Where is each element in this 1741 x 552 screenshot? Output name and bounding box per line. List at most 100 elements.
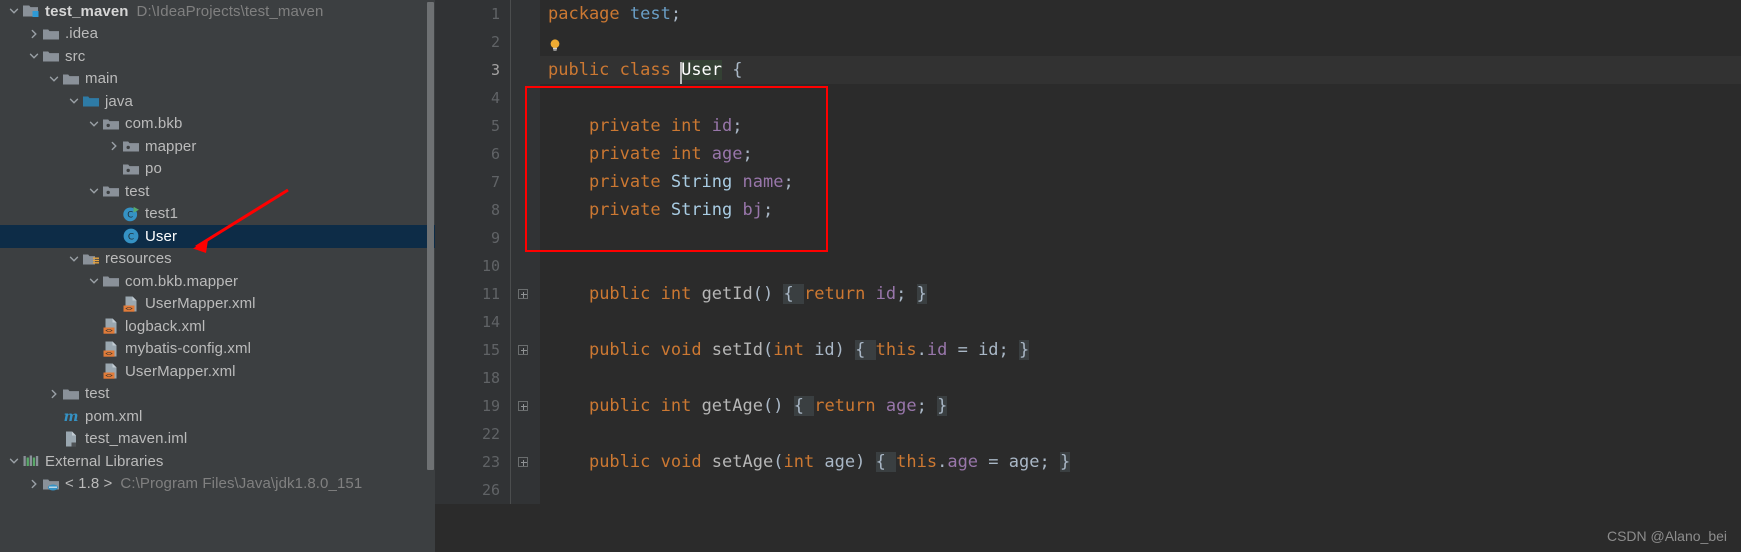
line-number[interactable]: 2 (435, 28, 510, 56)
project-tree-scrollbar[interactable] (425, 0, 435, 552)
fold-gutter[interactable] (510, 420, 540, 448)
tree-item-user[interactable]: C User (0, 225, 435, 248)
fold-expand-icon[interactable] (518, 345, 528, 355)
line-number[interactable]: 23 (435, 448, 510, 476)
tree-item-mybatis-config-xml[interactable]: <> mybatis-config.xml (0, 338, 435, 361)
fold-expand-icon[interactable] (518, 289, 528, 299)
code-line[interactable]: 14 (435, 308, 1741, 336)
chevron-right-icon[interactable] (106, 135, 122, 157)
code-line[interactable]: 15 public void setId(int id) { this.id =… (435, 336, 1741, 364)
chevron-right-icon[interactable] (26, 473, 42, 495)
tree-item-com-bkb[interactable]: com.bkb (0, 113, 435, 136)
tree-item-1-8[interactable]: < 1.8 > C:\Program Files\Java\jdk1.8.0_15… (0, 473, 435, 496)
tree-item-java[interactable]: java (0, 90, 435, 113)
tree-item-logback-xml[interactable]: <> logback.xml (0, 315, 435, 338)
line-number[interactable]: 8 (435, 196, 510, 224)
tree-item-main[interactable]: main (0, 68, 435, 91)
tree-item-usermapper-xml[interactable]: <> UserMapper.xml (0, 293, 435, 316)
fold-gutter[interactable] (510, 224, 540, 252)
line-number[interactable]: 4 (435, 84, 510, 112)
fold-gutter[interactable] (510, 140, 540, 168)
code-line[interactable]: 3 public class User { (435, 56, 1741, 84)
code-line[interactable]: 1 package test; (435, 0, 1741, 28)
chevron-down-icon[interactable] (86, 113, 102, 135)
code-line[interactable]: 11 public int getId() { return id; } (435, 280, 1741, 308)
line-number[interactable]: 18 (435, 364, 510, 392)
chevron-down-icon[interactable] (86, 180, 102, 202)
tree-item-src[interactable]: src (0, 45, 435, 68)
line-number[interactable]: 10 (435, 252, 510, 280)
fold-gutter[interactable] (510, 336, 540, 364)
tree-item-mapper[interactable]: mapper (0, 135, 435, 158)
code-line[interactable]: 19 public int getAge() { return age; } (435, 392, 1741, 420)
line-number[interactable]: 11 (435, 280, 510, 308)
fold-expand-icon[interactable] (518, 457, 528, 467)
fold-gutter[interactable] (510, 112, 540, 140)
intention-bulb-icon[interactable] (548, 33, 562, 51)
fold-gutter[interactable] (510, 392, 540, 420)
chevron-down-icon[interactable] (86, 270, 102, 292)
code-line[interactable]: 8 private String bj; (435, 196, 1741, 224)
project-tree[interactable]: test_maven D:\IdeaProjects\test_maven .ide… (0, 0, 435, 495)
line-number[interactable]: 9 (435, 224, 510, 252)
fold-gutter[interactable] (510, 196, 540, 224)
chevron-down-icon[interactable] (6, 450, 22, 472)
fold-gutter[interactable] (510, 308, 540, 336)
tree-item-external-libraries[interactable]: External Libraries (0, 450, 435, 473)
fold-gutter[interactable] (510, 364, 540, 392)
tree-item-usermapper-xml[interactable]: <> UserMapper.xml (0, 360, 435, 383)
tree-item-pom-xml[interactable]: m pom.xml (0, 405, 435, 428)
tree-item-idea[interactable]: .idea (0, 23, 435, 46)
chevron-down-icon[interactable] (6, 0, 22, 22)
fold-gutter[interactable] (510, 84, 540, 112)
code-line[interactable]: 6 private int age; (435, 140, 1741, 168)
fold-gutter[interactable] (510, 0, 540, 28)
fold-gutter[interactable] (510, 168, 540, 196)
line-number[interactable]: 1 (435, 0, 510, 28)
code-line[interactable]: 4 (435, 84, 1741, 112)
line-number[interactable]: 3 (435, 56, 510, 84)
tree-item-test[interactable]: test (0, 383, 435, 406)
line-number[interactable]: 22 (435, 420, 510, 448)
code-line[interactable]: 23 public void setAge(int age) { this.ag… (435, 448, 1741, 476)
code-line[interactable]: 22 (435, 420, 1741, 448)
chevron-down-icon[interactable] (46, 68, 62, 90)
line-number[interactable]: 15 (435, 336, 510, 364)
fold-gutter[interactable] (510, 280, 540, 308)
chevron-down-icon[interactable] (26, 45, 42, 67)
code-line[interactable]: 2 (435, 28, 1741, 56)
fold-expand-icon[interactable] (518, 401, 528, 411)
tree-item-com-bkb-mapper[interactable]: com.bkb.mapper (0, 270, 435, 293)
code-editor[interactable]: 1 package test; 2 3 public class User {4 5 pr… (435, 0, 1741, 552)
code-line[interactable]: 26 (435, 476, 1741, 504)
tree-item-test[interactable]: test (0, 180, 435, 203)
code-line[interactable]: 10 (435, 252, 1741, 280)
chevron-right-icon[interactable] (26, 23, 42, 45)
project-tool-window[interactable]: test_maven D:\IdeaProjects\test_maven .ide… (0, 0, 435, 552)
code-line[interactable]: 5 private int id; (435, 112, 1741, 140)
tree-item-po[interactable]: po (0, 158, 435, 181)
line-number[interactable]: 7 (435, 168, 510, 196)
fold-gutter[interactable] (510, 28, 540, 56)
chevron-down-icon[interactable] (66, 90, 82, 112)
line-number[interactable]: 6 (435, 140, 510, 168)
tree-item-test1[interactable]: Ctest1 (0, 203, 435, 226)
tree-item-resources[interactable]: resources (0, 248, 435, 271)
line-number[interactable]: 19 (435, 392, 510, 420)
fold-gutter[interactable] (510, 56, 540, 84)
code-line[interactable]: 7 private String name; (435, 168, 1741, 196)
tree-item-test-maven[interactable]: test_maven D:\IdeaProjects\test_maven (0, 0, 435, 23)
line-number[interactable]: 26 (435, 476, 510, 504)
code-line[interactable]: 18 (435, 364, 1741, 392)
code-line[interactable]: 9 (435, 224, 1741, 252)
code-lines-container[interactable]: 1 package test; 2 3 public class User {4 5 pr… (435, 0, 1741, 504)
chevron-down-icon[interactable] (66, 248, 82, 270)
fold-gutter[interactable] (510, 448, 540, 476)
fold-gutter[interactable] (510, 476, 540, 504)
line-number[interactable]: 5 (435, 112, 510, 140)
tree-item-test-maven-iml[interactable]: test_maven.iml (0, 428, 435, 451)
scrollbar-thumb[interactable] (427, 2, 434, 470)
line-number[interactable]: 14 (435, 308, 510, 336)
chevron-right-icon[interactable] (46, 383, 62, 405)
fold-gutter[interactable] (510, 252, 540, 280)
